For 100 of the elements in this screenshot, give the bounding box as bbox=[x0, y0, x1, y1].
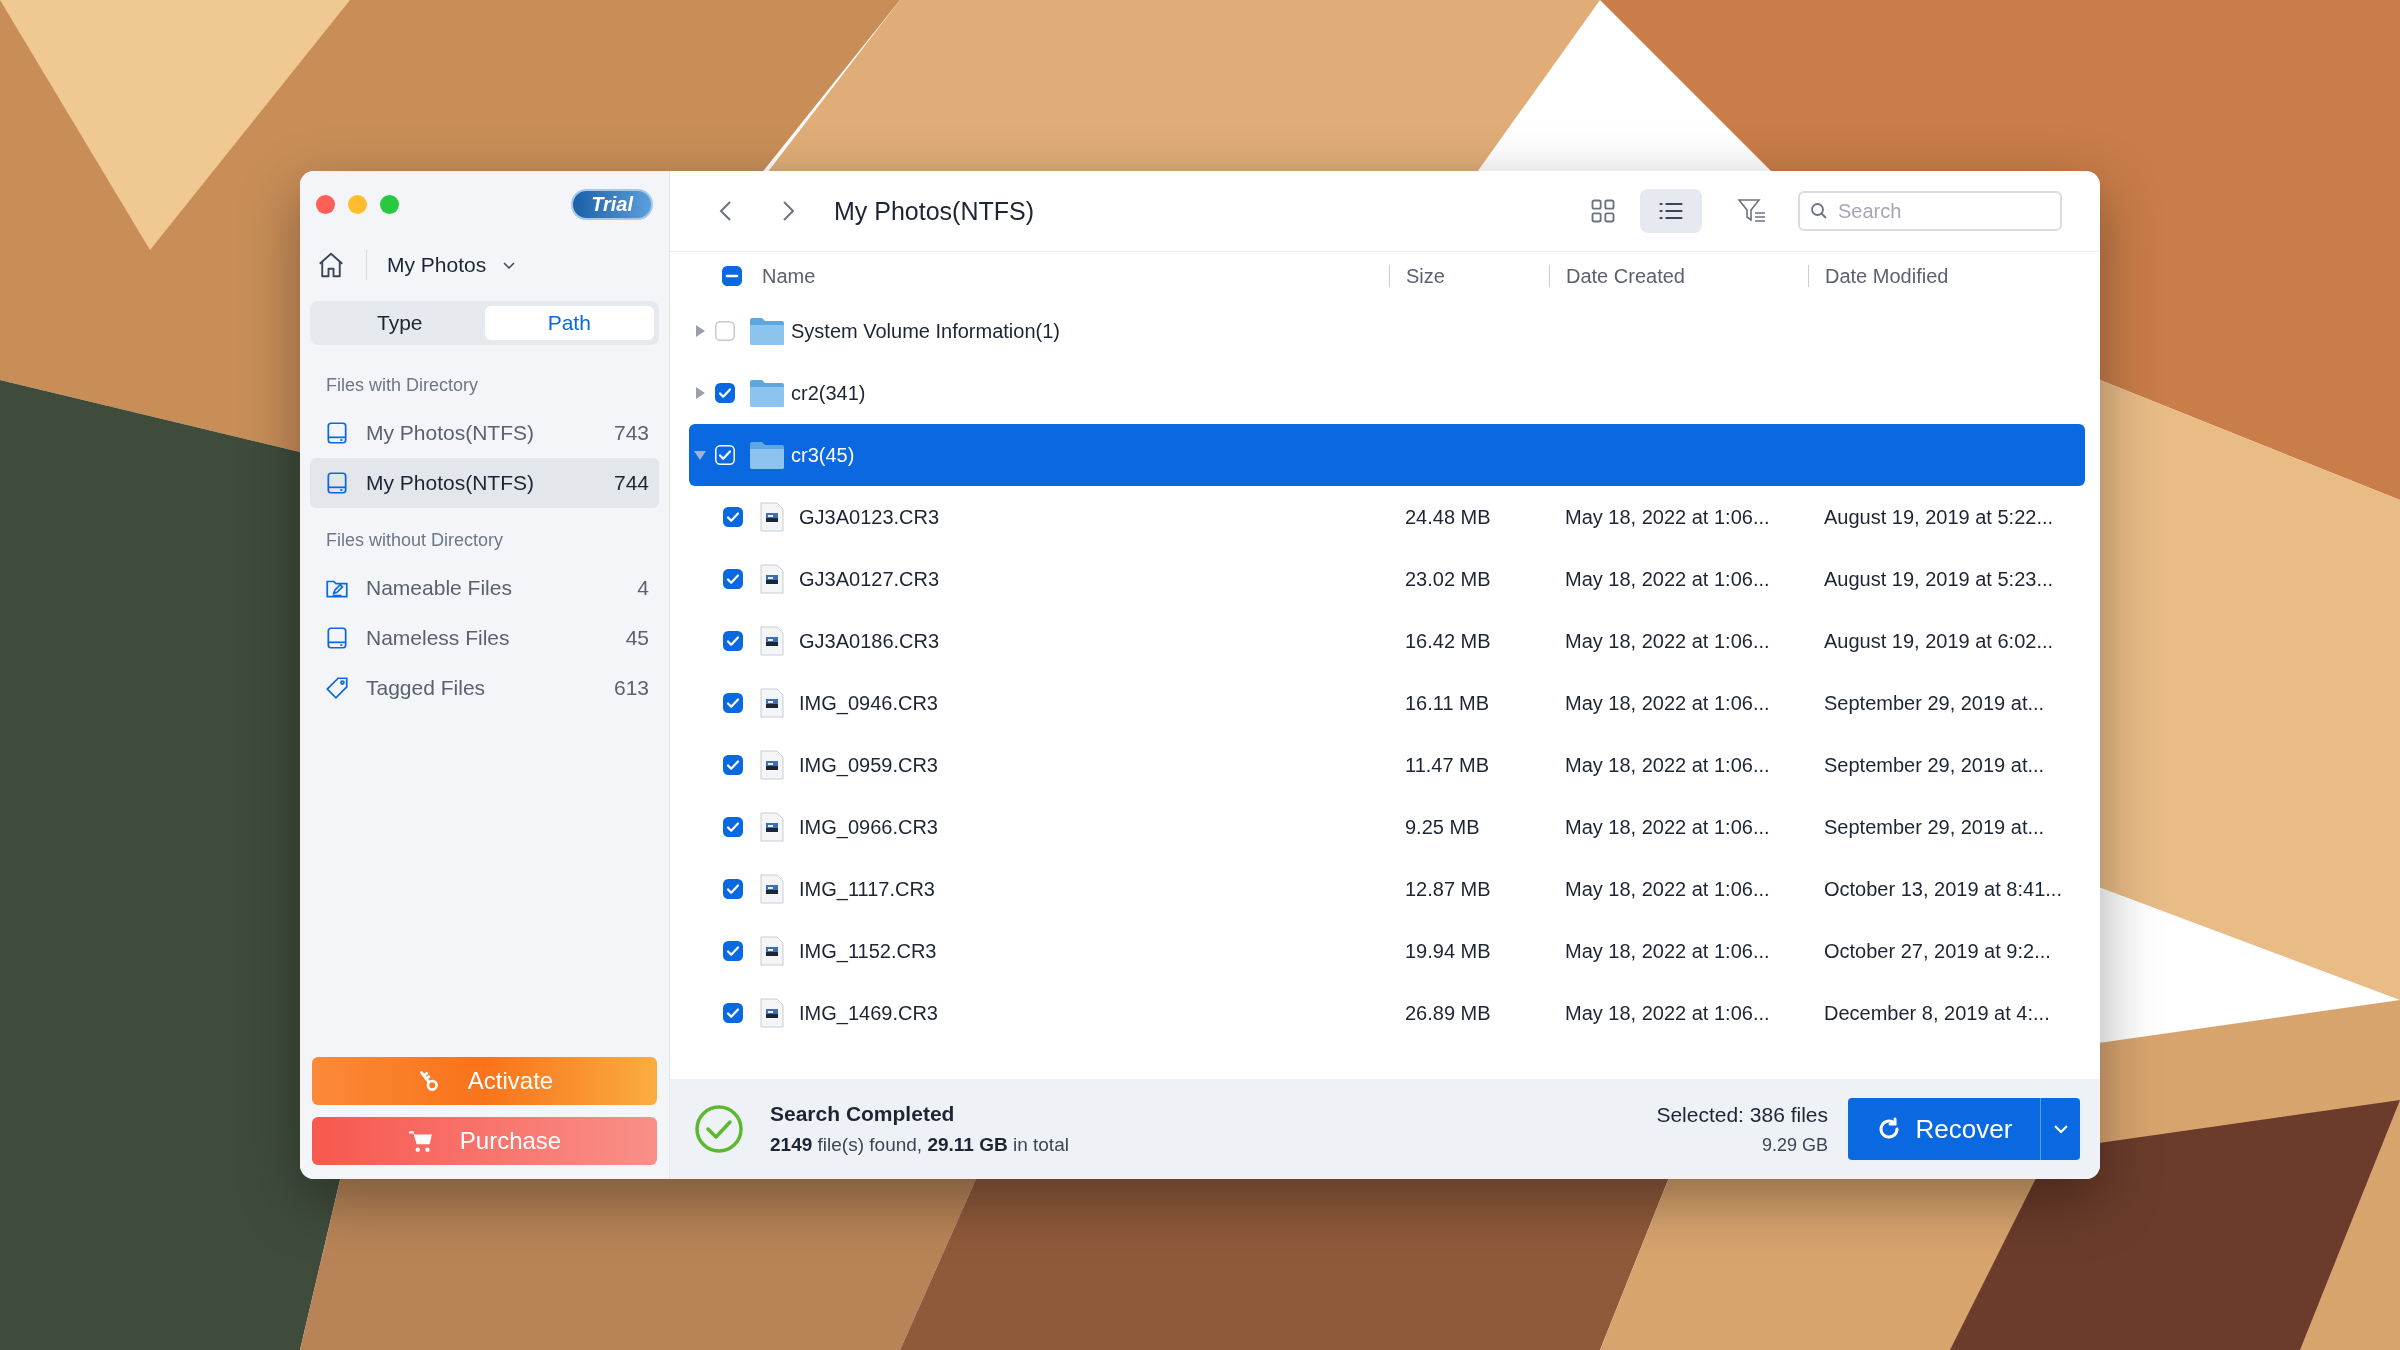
tab[interactable]: Type bbox=[315, 306, 485, 340]
table-row[interactable]: IMG_0966.CR3 9.25 MB May 18, 2022 at 1:06... September 29, 2019 at... bbox=[689, 796, 2085, 858]
folder-icon bbox=[749, 378, 785, 408]
drive-icon bbox=[324, 420, 350, 446]
image-file-icon bbox=[759, 998, 785, 1028]
checkbox[interactable] bbox=[723, 1003, 743, 1023]
file-name: cr2(341) bbox=[791, 381, 866, 405]
sidebar-item[interactable]: My Photos(NTFS) 744 bbox=[310, 458, 659, 508]
checkbox[interactable] bbox=[723, 879, 743, 899]
item-count: 45 bbox=[625, 626, 649, 650]
sidebar-item[interactable]: My Photos(NTFS) 743 bbox=[310, 408, 659, 458]
status-summary: 2149 file(s) found, 29.11 GB in total bbox=[770, 1134, 1069, 1156]
table-row[interactable]: IMG_0946.CR3 16.11 MB May 18, 2022 at 1:06... September 29, 2019 at... bbox=[689, 672, 2085, 734]
selected-count: Selected: 386 files bbox=[1656, 1102, 1828, 1127]
file-size: 16.42 MB bbox=[1405, 629, 1491, 652]
date-created: May 18, 2022 at 1:06... bbox=[1565, 691, 1770, 714]
item-label: Nameless Files bbox=[366, 626, 510, 650]
column-header[interactable]: Size bbox=[1406, 265, 1445, 287]
checkbox[interactable] bbox=[723, 817, 743, 837]
file-name: GJ3A0127.CR3 bbox=[799, 567, 940, 591]
date-modified: September 29, 2019 at... bbox=[1824, 691, 2045, 714]
selected-size: 9.29 GB bbox=[1760, 1134, 1828, 1156]
tag-icon bbox=[324, 675, 350, 701]
grid-view-icon bbox=[1589, 197, 1617, 225]
date-created: May 18, 2022 at 1:06... bbox=[1565, 753, 1770, 776]
checkbox[interactable] bbox=[715, 321, 735, 341]
folder-title: My Photos(NTFS) bbox=[834, 196, 1035, 226]
checkbox[interactable] bbox=[723, 631, 743, 651]
recover-button[interactable]: Recover bbox=[1848, 1098, 2040, 1160]
table-row[interactable]: GJ3A0123.CR3 24.48 MB May 18, 2022 at 1:06... August 19, 2019 at 5:22... bbox=[689, 486, 2085, 548]
location-name[interactable]: My Photos bbox=[387, 253, 487, 277]
table-row[interactable]: IMG_1469.CR3 26.89 MB May 18, 2022 at 1:06... December 8, 2019 at 4:... bbox=[689, 982, 2085, 1044]
image-file-icon bbox=[759, 874, 785, 904]
trial-badge: Trial bbox=[571, 188, 653, 220]
file-name: IMG_0959.CR3 bbox=[799, 753, 938, 777]
checkbox[interactable] bbox=[723, 569, 743, 589]
column-header[interactable]: Date Modified bbox=[1825, 265, 1949, 287]
file-name: IMG_1469.CR3 bbox=[799, 1001, 938, 1025]
file-name: IMG_1152.CR3 bbox=[799, 939, 937, 963]
close-button[interactable] bbox=[316, 194, 335, 214]
file-size: 24.48 MB bbox=[1405, 505, 1491, 528]
file-size: 11.47 MB bbox=[1405, 753, 1490, 776]
date-created: May 18, 2022 at 1:06... bbox=[1565, 629, 1770, 652]
checkbox[interactable] bbox=[723, 507, 743, 527]
section-heading: Files with Directory bbox=[326, 375, 480, 396]
file-name: GJ3A0186.CR3 bbox=[799, 629, 940, 653]
table-row[interactable]: cr2(341) bbox=[689, 362, 2085, 424]
tab[interactable]: Path bbox=[484, 306, 654, 340]
status-title: Search Completed bbox=[770, 1102, 956, 1126]
table-row[interactable]: IMG_1117.CR3 12.87 MB May 18, 2022 at 1:06... October 13, 2019 at 8:41... bbox=[689, 858, 2085, 920]
date-modified: August 19, 2019 at 5:23... bbox=[1824, 567, 2054, 590]
sidebar-item[interactable]: Nameless Files 45 bbox=[310, 613, 659, 663]
item-label: Tagged Files bbox=[366, 676, 486, 700]
cart-icon bbox=[407, 1128, 434, 1154]
table-row[interactable]: GJ3A0127.CR3 23.02 MB May 18, 2022 at 1:06... August 19, 2019 at 5:23... bbox=[689, 548, 2085, 610]
file-name: GJ3A0123.CR3 bbox=[799, 505, 940, 529]
table-row[interactable]: IMG_1152.CR3 19.94 MB May 18, 2022 at 1:06... October 27, 2019 at 9:2... bbox=[689, 920, 2085, 982]
date-created: May 18, 2022 at 1:06... bbox=[1565, 505, 1770, 528]
date-modified: August 19, 2019 at 5:22... bbox=[1824, 505, 2054, 528]
image-file-icon bbox=[759, 750, 785, 780]
checkbox[interactable] bbox=[715, 383, 735, 403]
image-file-icon bbox=[759, 936, 785, 966]
item-label: My Photos(NTFS) bbox=[366, 421, 535, 445]
search-icon bbox=[1810, 202, 1828, 220]
drive-icon bbox=[324, 470, 350, 496]
folder-icon bbox=[749, 440, 785, 470]
table-row[interactable]: System Volume Information(1) bbox=[689, 300, 2085, 362]
column-header[interactable]: Name bbox=[762, 265, 816, 287]
image-file-icon bbox=[759, 812, 785, 842]
folder-icon bbox=[749, 316, 785, 346]
section-heading: Files without Directory bbox=[326, 530, 505, 551]
list-view-button[interactable] bbox=[1640, 189, 1702, 233]
drive-icon bbox=[324, 625, 350, 651]
sidebar-item[interactable]: Nameable Files 4 bbox=[310, 563, 659, 613]
date-created: May 18, 2022 at 1:06... bbox=[1565, 567, 1770, 590]
item-label: Nameable Files bbox=[366, 576, 512, 600]
table-row[interactable]: IMG_0959.CR3 11.47 MB May 18, 2022 at 1:06... September 29, 2019 at... bbox=[689, 734, 2085, 796]
checkbox[interactable] bbox=[723, 941, 743, 961]
date-created: May 18, 2022 at 1:06... bbox=[1565, 1001, 1770, 1024]
file-size: 16.11 MB bbox=[1405, 691, 1490, 714]
date-created: May 18, 2022 at 1:06... bbox=[1565, 939, 1770, 962]
item-count: 743 bbox=[613, 421, 649, 445]
checkbox[interactable] bbox=[723, 755, 743, 775]
expand-arrow[interactable] bbox=[693, 324, 707, 338]
search-field[interactable]: Search bbox=[1798, 191, 2062, 231]
checkbox[interactable] bbox=[722, 266, 742, 286]
date-modified: October 27, 2019 at 9:2... bbox=[1824, 939, 2051, 962]
file-name: IMG_1117.CR3 bbox=[799, 877, 935, 901]
sidebar-item[interactable]: Tagged Files 613 bbox=[310, 663, 659, 713]
image-file-icon bbox=[759, 564, 785, 594]
item-count: 744 bbox=[613, 471, 649, 495]
file-size: 9.25 MB bbox=[1405, 815, 1480, 838]
table-row[interactable]: GJ3A0186.CR3 16.42 MB May 18, 2022 at 1:06... August 19, 2019 at 6:02... bbox=[689, 610, 2085, 672]
expand-arrow[interactable] bbox=[693, 386, 707, 400]
date-modified: September 29, 2019 at... bbox=[1824, 753, 2045, 776]
item-label: My Photos(NTFS) bbox=[366, 471, 535, 495]
column-header[interactable]: Date Created bbox=[1566, 265, 1685, 287]
image-file-icon bbox=[759, 626, 785, 656]
image-file-icon bbox=[759, 688, 785, 718]
checkbox[interactable] bbox=[723, 693, 743, 713]
